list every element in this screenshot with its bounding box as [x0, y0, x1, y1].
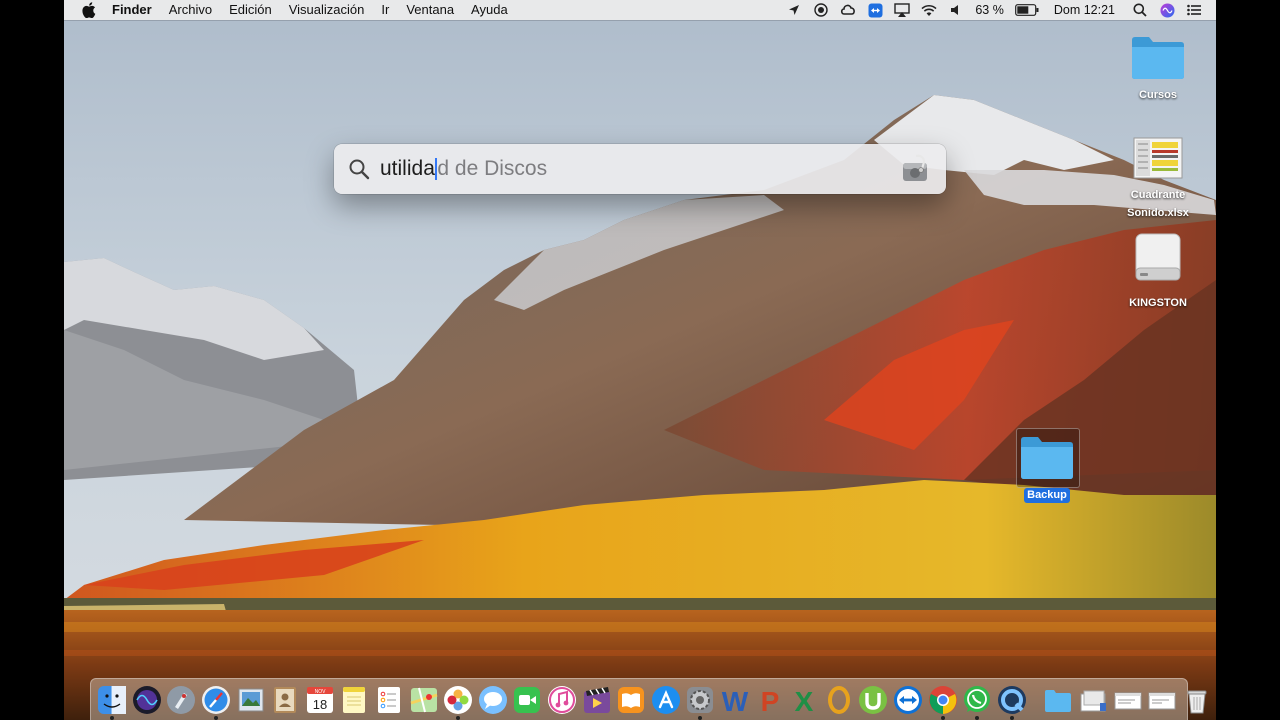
running-indicator	[698, 715, 703, 720]
search-icon	[349, 159, 370, 180]
chrome-icon[interactable]	[928, 685, 958, 720]
preview-icon[interactable]	[236, 685, 266, 715]
folder-icon	[1021, 437, 1073, 479]
desktop-screen: Finder Archivo Edición Visualización Ir …	[64, 0, 1216, 720]
spotlight-typed-text: utilida	[380, 157, 435, 180]
ayuda-menu[interactable]: Ayuda	[471, 0, 508, 20]
desktop-item-cursos[interactable]: Cursos	[1113, 34, 1203, 103]
ir-menu[interactable]: Ir	[381, 0, 389, 20]
safari-icon[interactable]	[201, 685, 231, 720]
location-arrow-icon[interactable]	[786, 2, 802, 18]
messages-icon[interactable]	[478, 685, 508, 715]
photos-icon[interactable]	[443, 685, 473, 720]
teamviewer-icon[interactable]	[893, 685, 923, 715]
volume-icon[interactable]	[948, 2, 964, 18]
reminders-icon[interactable]	[374, 685, 404, 715]
running-indicator	[214, 715, 219, 720]
siri-menu-icon[interactable]	[1159, 2, 1175, 18]
airplay-icon[interactable]	[894, 2, 911, 18]
running-indicator	[975, 715, 980, 720]
trash-icon[interactable]	[1182, 685, 1212, 715]
system-preferences-icon[interactable]	[685, 685, 715, 720]
running-indicator	[456, 715, 461, 720]
lightroom-icon[interactable]	[824, 685, 854, 715]
desktop-item-cuadrante[interactable]: Cuadrante Sonido.xlsx	[1113, 136, 1203, 221]
spotlight-input[interactable]: utilida d de Discos	[380, 157, 547, 181]
finder-menu[interactable]: Finder	[112, 0, 152, 20]
desktop-item-label: Cursos	[1139, 89, 1177, 101]
apple-menu-icon[interactable]	[82, 2, 96, 18]
clock[interactable]: Dom 12:21	[1054, 3, 1115, 17]
creative-cloud-icon[interactable]	[840, 2, 856, 18]
app-store-icon[interactable]	[651, 685, 681, 715]
quicktime-icon[interactable]	[997, 685, 1027, 720]
spotlight-search-bar[interactable]: utilida d de Discos	[334, 144, 946, 194]
battery-percent[interactable]: 63 %	[975, 3, 1004, 17]
wifi-icon[interactable]	[921, 2, 937, 18]
visualizacion-menu[interactable]: Visualización	[289, 0, 365, 20]
svg-text:X: X	[795, 686, 814, 715]
finder-icon[interactable]	[97, 685, 127, 720]
record-icon[interactable]	[813, 2, 829, 18]
word-icon[interactable]: W	[720, 685, 750, 715]
menu-bar: Finder Archivo Edición Visualización Ir …	[64, 0, 1216, 20]
powerpoint-icon[interactable]: P	[755, 685, 785, 715]
minimized-window-icon[interactable]	[1113, 685, 1143, 715]
itunes-icon[interactable]	[547, 685, 577, 715]
calendar-month: NOV	[314, 689, 326, 695]
dock: NOV 18 W P X	[90, 678, 1207, 720]
folder-icon	[1132, 37, 1184, 79]
spreadsheet-file-icon	[1133, 137, 1183, 179]
launchpad-icon[interactable]	[166, 685, 196, 715]
spotlight-autocomplete: d de Discos	[437, 157, 548, 180]
notes-icon[interactable]	[339, 685, 369, 715]
siri-icon[interactable]	[132, 685, 162, 715]
contacts-icon[interactable]	[270, 685, 300, 715]
teamviewer-status-icon[interactable]	[867, 2, 883, 18]
battery-icon[interactable]	[1014, 2, 1039, 18]
status-menus: 63 % Dom 12:21	[786, 0, 1202, 20]
excel-icon[interactable]: X	[789, 685, 819, 715]
desktop-item-backup[interactable]: Backup	[1002, 434, 1092, 503]
edicion-menu[interactable]: Edición	[229, 0, 272, 20]
disk-utility-icon	[903, 154, 927, 181]
spotlight-search-icon[interactable]	[1132, 2, 1148, 18]
running-indicator	[1009, 715, 1014, 720]
document-stack-icon[interactable]	[1078, 685, 1108, 715]
wallpaper-image	[64, 0, 1216, 720]
calendar-day: 18	[313, 697, 327, 712]
whatsapp-icon[interactable]	[962, 685, 992, 720]
svg-text:P: P	[760, 686, 779, 715]
calendar-icon[interactable]: NOV 18	[305, 685, 335, 715]
running-indicator	[110, 715, 115, 720]
minimized-window-icon-2[interactable]	[1147, 685, 1177, 715]
svg-text:W: W	[722, 686, 749, 715]
maps-icon[interactable]	[409, 685, 439, 715]
archivo-menu[interactable]: Archivo	[169, 0, 212, 20]
imovie-icon[interactable]	[582, 685, 612, 715]
desktop-item-label: Backup	[1024, 488, 1070, 503]
notification-center-icon[interactable]	[1186, 2, 1202, 18]
desktop-item-kingston[interactable]: KINGSTON	[1113, 232, 1203, 311]
facetime-icon[interactable]	[512, 685, 542, 715]
external-drive-icon	[1135, 233, 1181, 281]
desktop-item-label: KINGSTON	[1129, 297, 1187, 309]
desktop-item-label: Cuadrante Sonido.xlsx	[1127, 189, 1189, 219]
ventana-menu[interactable]: Ventana	[406, 0, 454, 20]
running-indicator	[940, 715, 945, 720]
utorrent-icon[interactable]	[858, 685, 888, 715]
downloads-folder-icon[interactable]	[1043, 685, 1073, 715]
ibooks-icon[interactable]	[616, 685, 646, 715]
